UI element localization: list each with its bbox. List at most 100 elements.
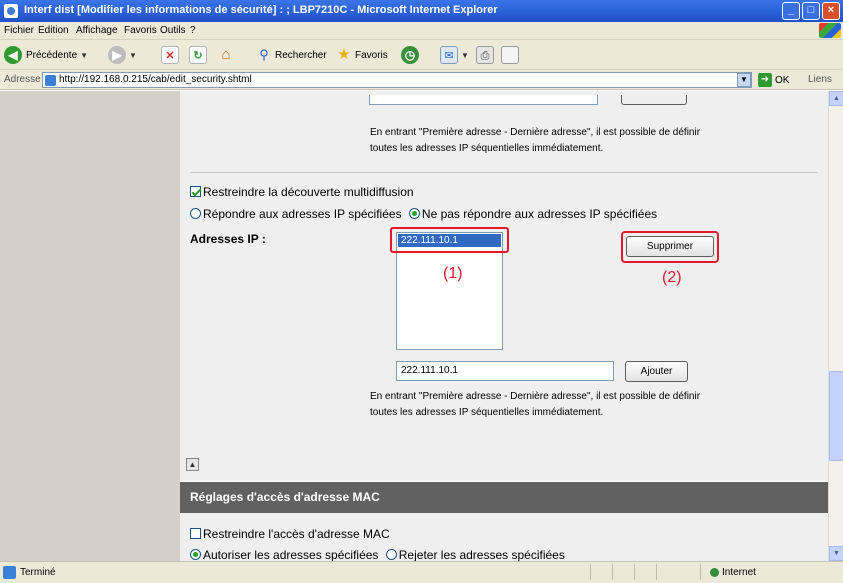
vertical-scrollbar[interactable]: ▲ ▼ <box>828 91 843 561</box>
multicast-checkbox-label: Restreindre la découverte multidiffusion <box>203 185 414 199</box>
search-button[interactable]: ⚲ Rechercher <box>255 45 327 65</box>
section-divider <box>190 172 818 173</box>
scroll-down-icon[interactable]: ▼ <box>829 546 843 561</box>
page-done-icon <box>3 566 16 579</box>
ip-address-input[interactable]: 222.111.10.1 <box>396 361 614 381</box>
range-hint-bottom: En entrant "Première adresse - Dernière … <box>370 389 700 421</box>
address-label: Adresse <box>4 74 41 85</box>
no-respond-radio[interactable] <box>408 208 420 219</box>
left-navigation-panel <box>0 91 180 561</box>
menu-tools[interactable]: Outils <box>160 25 186 36</box>
ie-icon <box>4 4 18 18</box>
status-separator <box>634 564 635 580</box>
mac-section-header: Réglages d'accès d'adresse MAC <box>180 482 828 513</box>
no-respond-radio-label: Ne pas répondre aux adresses IP spécifié… <box>421 207 658 221</box>
multicast-checkbox[interactable] <box>190 186 201 197</box>
mac-reject-radio[interactable] <box>385 549 397 560</box>
mac-checkbox-label: Restreindre l'accès d'adresse MAC <box>203 527 390 541</box>
back-button[interactable]: ◀ Précédente ▼ <box>4 45 88 65</box>
multicast-restrict-option[interactable]: Restreindre la découverte multidiffusion <box>190 185 414 199</box>
status-separator <box>700 564 701 580</box>
hint-line-2: toutes les adresses IP séquentielles imm… <box>370 407 604 418</box>
hint-line-2: toutes les adresses IP séquentielles imm… <box>370 143 604 154</box>
previous-ip-input[interactable] <box>369 95 598 105</box>
chevron-down-icon: ▼ <box>129 50 137 60</box>
back-to-top-icon[interactable]: ▲ <box>186 458 199 471</box>
favorites-button[interactable]: ★ Favoris <box>335 45 388 65</box>
callout-2: (2) <box>662 269 682 286</box>
status-bar: Terminé Internet <box>0 561 843 583</box>
multicast-mode-radios: Répondre aux adresses IP spécifiées Ne p… <box>190 207 657 221</box>
address-url: http://192.168.0.215/cab/edit_security.s… <box>59 74 252 85</box>
menu-favorites[interactable]: Favoris <box>124 25 157 36</box>
maximize-button[interactable]: □ <box>802 2 820 20</box>
scroll-thumb[interactable] <box>829 371 843 461</box>
mail-button[interactable]: ✉ ▼ <box>440 45 469 65</box>
highlight-box-2 <box>621 231 719 263</box>
search-label: Rechercher <box>275 49 327 61</box>
mac-allow-radio[interactable] <box>190 549 201 560</box>
go-button[interactable]: ➜ OK <box>758 72 789 88</box>
range-hint-top: En entrant "Première adresse - Dernière … <box>370 125 700 157</box>
menu-view[interactable]: Affichage <box>76 25 118 36</box>
mac-reject-radio-label: Rejeter les adresses spécifiées <box>398 548 565 561</box>
go-label: OK <box>775 74 790 86</box>
mail-icon: ✉ <box>440 46 458 64</box>
minimize-button[interactable]: _ <box>782 2 800 20</box>
chevron-down-icon: ▼ <box>80 50 89 60</box>
page-content: En entrant "Première adresse - Dernière … <box>180 91 828 561</box>
mac-restrict-option[interactable]: Restreindre l'accès d'adresse MAC <box>190 527 390 541</box>
mac-checkbox[interactable] <box>190 528 201 539</box>
forward-button[interactable]: ▶ ▼ <box>108 45 137 65</box>
home-icon: ⌂ <box>221 46 231 63</box>
status-separator <box>590 564 591 580</box>
mac-filter-section: Restreindre l'accès d'adresse MAC Autori… <box>180 513 828 561</box>
respond-radio-label: Répondre aux adresses IP spécifiées <box>203 207 402 221</box>
hint-line-1: En entrant "Première adresse - Dernière … <box>370 391 701 402</box>
highlight-box-1 <box>390 227 509 253</box>
scroll-up-icon[interactable]: ▲ <box>829 91 843 106</box>
toolbar: ◀ Précédente ▼ ▶ ▼ ✕ ↻ ⌂ ⚲ Rechercher ★ … <box>0 40 843 70</box>
page-edit-icon <box>501 46 519 64</box>
print-button[interactable]: ⎙ <box>476 45 494 65</box>
edit-button[interactable] <box>501 45 519 65</box>
star-icon: ★ <box>337 46 351 63</box>
home-button[interactable]: ⌂ <box>217 45 235 65</box>
respond-radio[interactable] <box>190 208 201 219</box>
page-icon <box>45 75 56 86</box>
menubar: Fichier Edition Affichage Favoris Outils… <box>0 22 843 40</box>
close-button[interactable]: × <box>822 2 840 20</box>
windows-logo-icon <box>819 23 841 38</box>
refresh-icon: ↻ <box>189 46 207 64</box>
address-dropdown-icon[interactable]: ▼ <box>737 73 751 87</box>
forward-arrow-icon: ▶ <box>108 46 126 64</box>
internet-zone-icon <box>710 568 719 577</box>
ip-addresses-label: Adresses IP : <box>190 232 266 246</box>
back-label: Précédente <box>26 49 78 61</box>
mac-allow-radio-label: Autoriser les adresses spécifiées <box>203 548 379 561</box>
window-titlebar: Interf dist [Modifier les informations d… <box>0 0 843 22</box>
ip-filter-section: En entrant "Première adresse - Dernière … <box>180 91 828 481</box>
mac-mode-radios: Autoriser les adresses spécifiées Rejete… <box>190 548 565 561</box>
links-label[interactable]: Liens <box>808 74 832 85</box>
security-zone-label: Internet <box>722 567 756 578</box>
address-input[interactable]: http://192.168.0.215/cab/edit_security.s… <box>42 72 752 88</box>
status-separator <box>656 564 657 580</box>
status-text: Terminé <box>20 567 56 578</box>
page-viewport: En entrant "Première adresse - Dernière … <box>0 91 828 561</box>
favorites-label: Favoris <box>355 49 388 61</box>
menu-edit[interactable]: Edition <box>38 25 69 36</box>
refresh-button[interactable]: ↻ <box>189 45 207 65</box>
menu-file[interactable]: Fichier <box>4 25 34 36</box>
address-bar: Adresse http://192.168.0.215/cab/edit_se… <box>0 70 843 90</box>
hint-line-1: En entrant "Première adresse - Dernière … <box>370 127 701 138</box>
add-button[interactable]: Ajouter <box>625 361 688 382</box>
menu-help[interactable]: ? <box>190 25 196 36</box>
previous-add-button[interactable] <box>621 95 687 105</box>
chevron-down-icon: ▼ <box>461 50 469 60</box>
history-icon: ◷ <box>401 46 419 64</box>
history-button[interactable]: ◷ <box>401 45 419 65</box>
go-arrow-icon: ➜ <box>758 73 772 87</box>
stop-button[interactable]: ✕ <box>161 45 179 65</box>
print-icon: ⎙ <box>476 46 494 64</box>
